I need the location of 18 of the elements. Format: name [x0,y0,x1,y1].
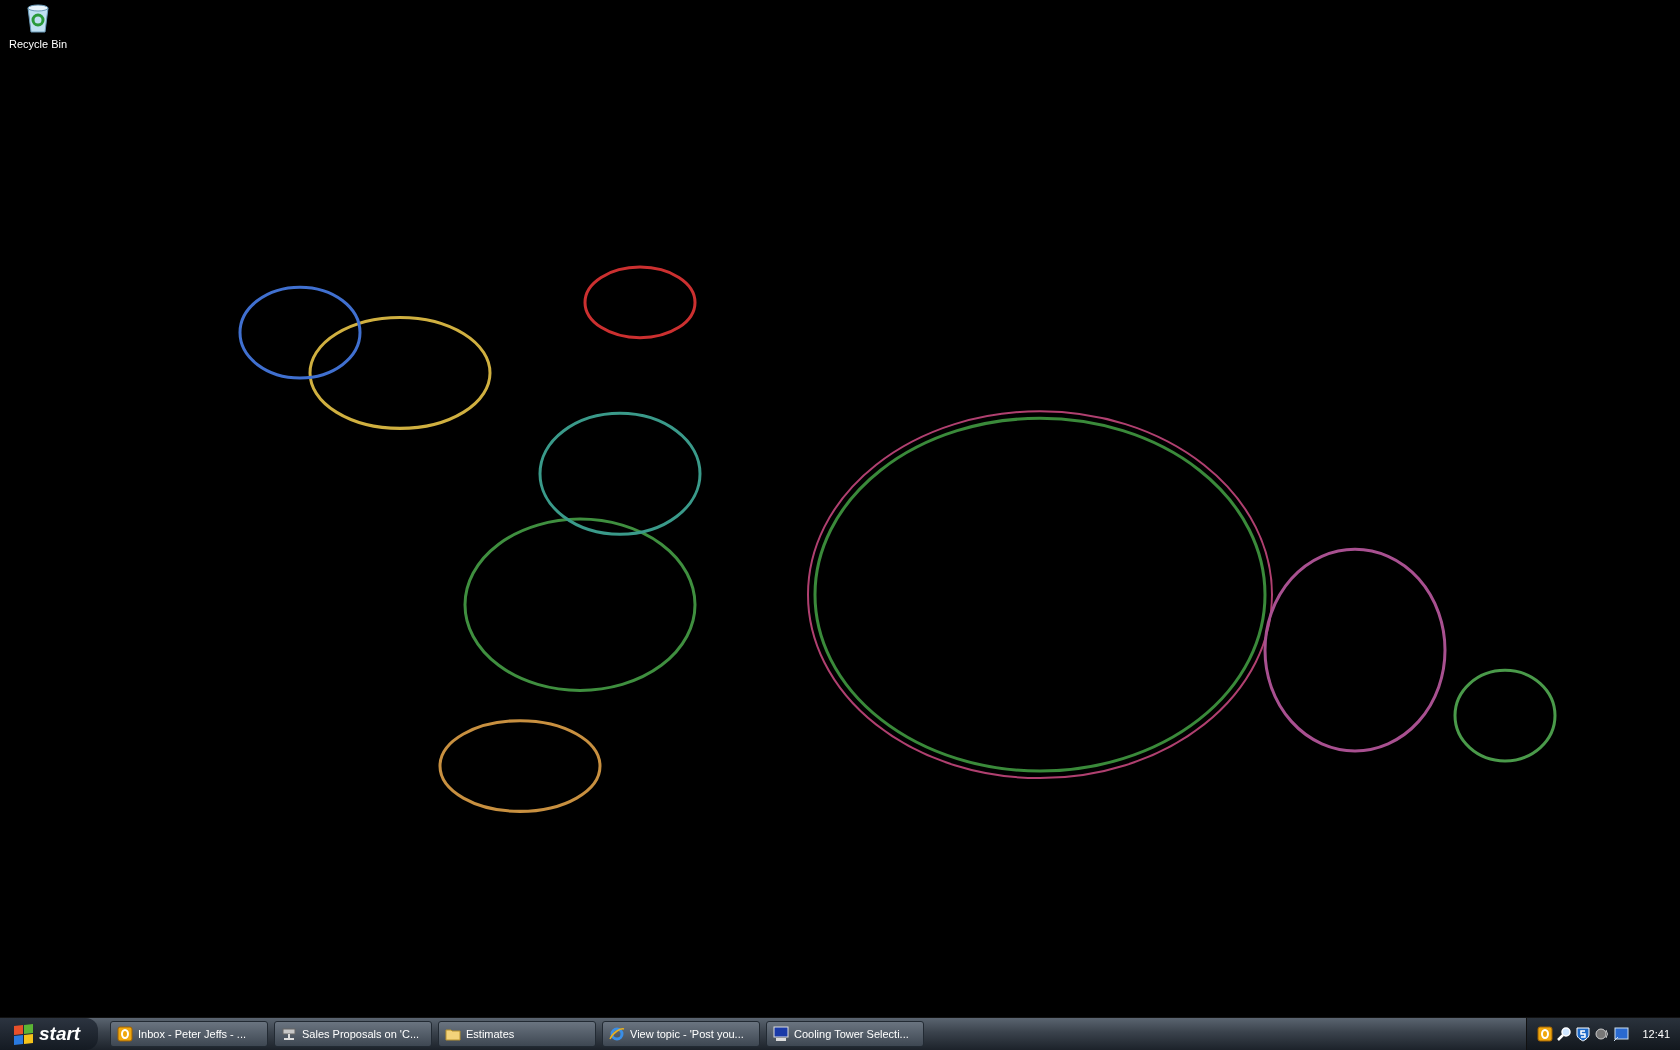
mail-icon [117,1026,133,1042]
desktop-icon-label[interactable]: Recycle Bin [8,38,68,50]
start-button[interactable]: start [0,1018,98,1050]
taskbar-button[interactable]: Sales Proposals on 'C... [274,1021,432,1047]
shield-icon[interactable] [1575,1026,1592,1042]
clock[interactable]: 12:41 [1642,1028,1670,1040]
taskbar-button[interactable]: Cooling Tower Selecti... [766,1021,924,1047]
folder-icon [445,1026,461,1042]
taskbar-button[interactable]: View topic - 'Post you... [602,1021,760,1047]
network-drive-icon [281,1026,297,1042]
windows-flag-icon [14,1023,33,1045]
taskbar-button[interactable]: Estimates [438,1021,596,1047]
taskbar-button[interactable]: Inbox - Peter Jeffs - ... [110,1021,268,1047]
network-icon[interactable] [1613,1026,1630,1042]
computer-icon [773,1026,789,1042]
browser-icon [609,1026,625,1042]
mail-icon[interactable] [1537,1026,1554,1042]
magnifier-icon[interactable] [1556,1026,1573,1042]
